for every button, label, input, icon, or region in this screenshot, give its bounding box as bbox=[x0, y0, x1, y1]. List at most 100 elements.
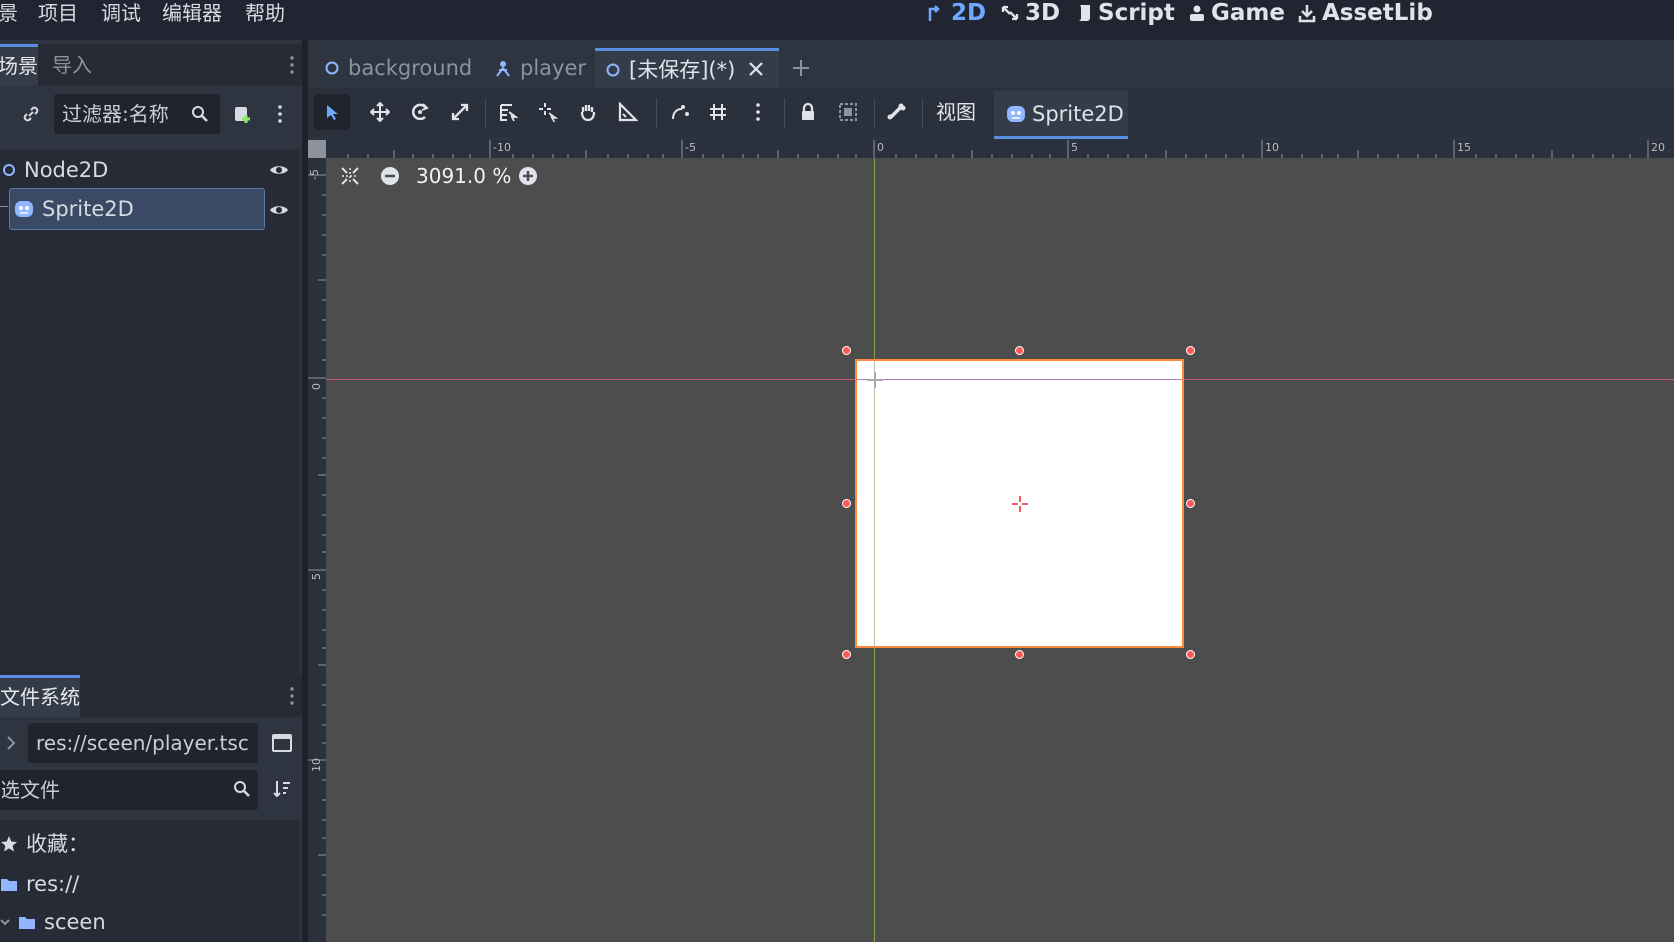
rotate-tool-icon[interactable] bbox=[402, 94, 438, 130]
tree-item-sprite2d[interactable]: Sprite2D bbox=[9, 188, 265, 230]
file-filter-input[interactable]: 筛选文件 bbox=[0, 770, 258, 810]
resize-handle[interactable] bbox=[1186, 650, 1195, 659]
folder-sceen-row[interactable]: sceen bbox=[0, 904, 106, 940]
workspace-script-label: Script bbox=[1098, 0, 1175, 26]
menu-debug[interactable]: 调试 bbox=[101, 0, 141, 26]
pivot-crosshair-icon bbox=[1011, 495, 1029, 513]
workspace-3d[interactable]: 3D bbox=[1000, 0, 1060, 26]
folder-res-row[interactable]: res:// bbox=[0, 866, 79, 902]
ruler-corner bbox=[308, 140, 326, 158]
tab-import[interactable]: 导入 bbox=[40, 44, 104, 86]
node2d-icon bbox=[2, 163, 16, 177]
ruler-tool-icon[interactable] bbox=[610, 94, 646, 130]
grid-snap-icon[interactable] bbox=[700, 94, 736, 130]
pan-tool-icon[interactable] bbox=[570, 94, 606, 130]
canvas-viewport[interactable]: -10 -5 0 5 10 15 20 -5 0 5 10 3091.0 % bbox=[308, 140, 1674, 942]
y-axis-overlay bbox=[874, 361, 875, 646]
tab-scene-label: 场景 bbox=[0, 54, 38, 78]
zoom-level[interactable]: 3091.0 % bbox=[416, 162, 511, 190]
favorites-label: 收藏： bbox=[26, 832, 89, 856]
toolbar-separator bbox=[922, 98, 923, 128]
add-tab-icon[interactable] bbox=[788, 52, 814, 84]
ruler-h-label: -10 bbox=[493, 141, 511, 154]
resize-handle[interactable] bbox=[842, 499, 851, 508]
resize-handle[interactable] bbox=[1186, 346, 1195, 355]
tab-background[interactable]: background bbox=[324, 48, 472, 88]
sprite2d-menu-button[interactable]: Sprite2D bbox=[994, 91, 1128, 139]
ruler-h-label: -5 bbox=[685, 141, 696, 154]
link-icon[interactable] bbox=[18, 96, 44, 132]
search-icon bbox=[188, 102, 212, 126]
workspace-script[interactable]: Script bbox=[1075, 0, 1175, 26]
bone-icon[interactable] bbox=[878, 94, 914, 130]
visibility-eye-icon[interactable] bbox=[268, 160, 290, 180]
toolbar-separator bbox=[784, 98, 785, 128]
ruler-h-label: 15 bbox=[1457, 141, 1471, 154]
star-icon bbox=[0, 835, 18, 853]
menu-editor[interactable]: 编辑器 bbox=[162, 0, 222, 26]
scene-dock-tabs: 场景 导入 bbox=[0, 44, 302, 86]
visibility-eye-icon[interactable] bbox=[268, 200, 290, 220]
tree-item-sprite2d-label: Sprite2D bbox=[42, 197, 134, 221]
workspace-assetlib-label: AssetLib bbox=[1322, 0, 1433, 26]
pivot-tool-icon[interactable] bbox=[530, 94, 566, 130]
resize-handle[interactable] bbox=[1186, 499, 1195, 508]
group-icon[interactable] bbox=[830, 94, 866, 130]
menu-scene[interactable]: 场景 bbox=[0, 0, 18, 26]
select-tool-icon[interactable] bbox=[314, 94, 350, 130]
menu-project[interactable]: 项目 bbox=[38, 0, 78, 26]
toolbar-separator bbox=[874, 98, 875, 128]
ruler-h-label: 10 bbox=[1265, 141, 1279, 154]
sprite2d-icon bbox=[14, 199, 34, 219]
dock-menu-icon[interactable] bbox=[286, 52, 298, 78]
resize-handle[interactable] bbox=[1015, 346, 1024, 355]
center-view-icon[interactable] bbox=[338, 164, 362, 188]
player-icon bbox=[494, 59, 512, 77]
sort-icon[interactable] bbox=[270, 775, 294, 803]
tree-item-node2d[interactable]: Node2D bbox=[2, 152, 242, 188]
lock-icon[interactable] bbox=[790, 94, 826, 130]
chevron-down-icon[interactable] bbox=[0, 917, 10, 927]
scale-tool-icon[interactable] bbox=[442, 94, 478, 130]
3d-icon bbox=[1000, 3, 1020, 23]
path-field-value: res://sceen/player.tsc bbox=[36, 731, 249, 755]
ruler-vertical-ticks bbox=[308, 174, 326, 916]
ruler-horizontal: -10 -5 0 5 10 15 20 bbox=[308, 140, 1674, 158]
resize-handle[interactable] bbox=[842, 650, 851, 659]
list-select-icon[interactable] bbox=[490, 94, 526, 130]
smart-snap-icon[interactable] bbox=[662, 94, 698, 130]
move-tool-icon[interactable] bbox=[362, 94, 398, 130]
split-view-icon[interactable] bbox=[268, 728, 296, 758]
instance-scene-icon[interactable] bbox=[228, 98, 258, 130]
tab-scene[interactable]: 场景 bbox=[0, 44, 38, 86]
2d-icon bbox=[926, 3, 946, 23]
tab-filesystem[interactable]: 文件系统 bbox=[0, 675, 80, 717]
scene-more-icon[interactable] bbox=[272, 100, 288, 128]
tab-background-label: background bbox=[348, 56, 473, 80]
resize-handle[interactable] bbox=[1015, 650, 1024, 659]
workspace-game[interactable]: Game bbox=[1188, 0, 1285, 26]
toolbar-separator bbox=[656, 98, 657, 128]
view-menu-button[interactable]: 视图 bbox=[936, 94, 976, 130]
tab-unsaved-label: [未保存](*) bbox=[629, 57, 736, 82]
assetlib-icon bbox=[1297, 3, 1317, 23]
tab-player[interactable]: player bbox=[494, 48, 586, 88]
ruler-h-label: 20 bbox=[1651, 141, 1665, 154]
scene-tree: Node2D Sprite2D bbox=[0, 150, 300, 710]
menu-help[interactable]: 帮助 bbox=[245, 0, 285, 26]
filesystem-dock-tabs: 文件系统 bbox=[0, 675, 302, 717]
chevron-right-icon[interactable] bbox=[2, 726, 20, 760]
zoom-out-icon[interactable] bbox=[378, 164, 402, 188]
zoom-in-icon[interactable] bbox=[516, 164, 540, 188]
workspace-assetlib[interactable]: AssetLib bbox=[1297, 0, 1433, 26]
close-icon[interactable] bbox=[743, 51, 769, 87]
favorites-row[interactable]: 收藏： bbox=[0, 826, 89, 862]
game-icon bbox=[1188, 3, 1206, 23]
dock-menu-icon[interactable] bbox=[286, 683, 298, 709]
resize-handle[interactable] bbox=[842, 346, 851, 355]
node-circle-icon bbox=[324, 60, 340, 76]
tab-unsaved[interactable]: [未保存](*) bbox=[595, 48, 779, 88]
more-options-icon[interactable] bbox=[740, 94, 776, 130]
workspace-2d[interactable]: 2D bbox=[926, 0, 986, 26]
path-field[interactable]: res://sceen/player.tsc bbox=[28, 723, 258, 763]
